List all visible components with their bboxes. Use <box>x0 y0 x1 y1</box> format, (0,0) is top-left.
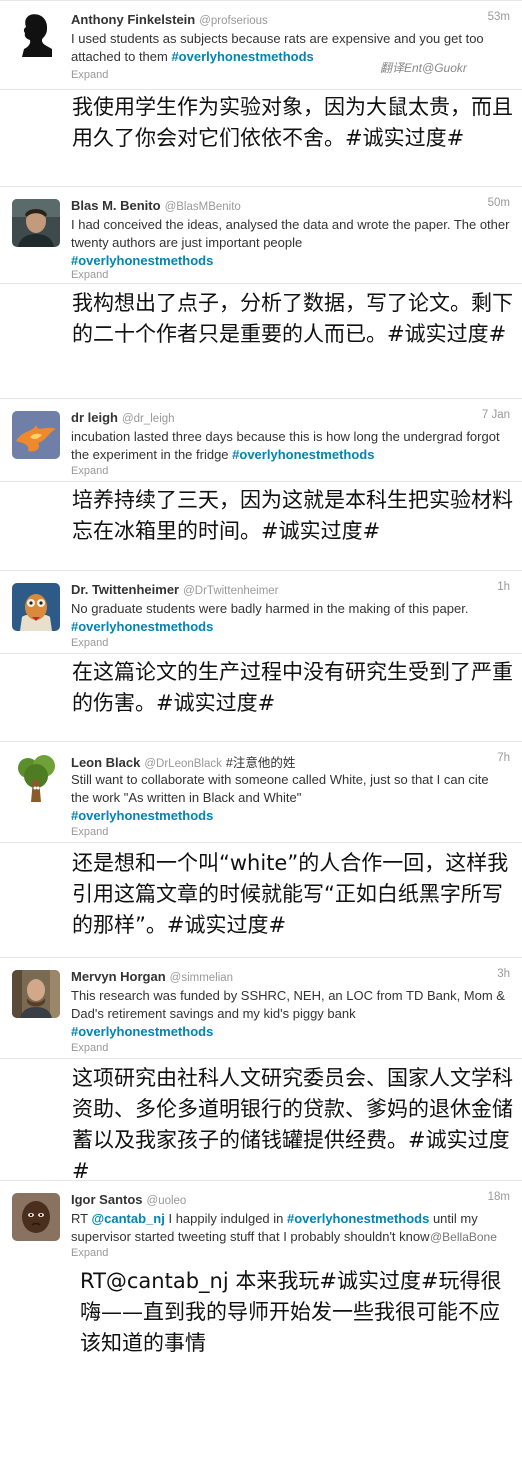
silhouette-icon <box>12 9 60 57</box>
annotation-note: #注意他的姓 <box>225 756 296 770</box>
tweet-card[interactable]: Leon Black @DrLeonBlack #注意他的姓 7h Still wa… <box>0 741 522 843</box>
author-handle[interactable]: @profserious <box>199 15 268 27</box>
timestamp[interactable]: 53m <box>488 11 510 23</box>
muppet-icon <box>12 583 60 631</box>
author-name[interactable]: Anthony Finkelstein <box>71 12 195 27</box>
translation-text: RT@cantab_nj 本来我玩#诚实过度#玩得很嗨——直到我的导师开始发一些… <box>80 1269 502 1355</box>
tweet-card[interactable]: dr leigh @dr_leigh 7 Jan incubation laste… <box>0 398 522 482</box>
author-name[interactable]: dr leigh <box>71 410 118 425</box>
author-handle[interactable]: @dr_leigh <box>122 413 175 425</box>
expand-link[interactable]: Expand <box>71 269 108 281</box>
tweet-card[interactable]: Dr. Twittenheimer @DrTwittenheimer 1h No … <box>0 570 522 654</box>
watermark-text: 翻译Ent@Guokr <box>380 61 467 75</box>
author-handle[interactable]: @DrLeonBlack <box>144 758 222 770</box>
timestamp[interactable]: 18m <box>488 1191 510 1203</box>
author-name[interactable]: Dr. Twittenheimer <box>71 582 179 597</box>
tweet-card[interactable]: Blas M. Benito @BlasMBenito 50m I had con… <box>0 186 522 284</box>
mention-link[interactable]: @cantab_nj <box>91 1211 164 1226</box>
tweet-text: This research was funded by SSHRC, NEH, … <box>71 988 505 1039</box>
translation-text: 在这篇论文的生产过程中没有研究生受到了严重的伤害。#诚实过度# <box>72 660 513 715</box>
tweet-header: Igor Santos @uoleo 18m <box>71 1191 510 1209</box>
timestamp[interactable]: 50m <box>488 197 510 209</box>
expand-link[interactable]: Expand <box>71 826 108 838</box>
author-handle[interactable]: @simmelian <box>170 972 233 984</box>
expand-link[interactable]: Expand <box>71 69 108 81</box>
hashtag-link[interactable]: #overlyhonestmethods <box>71 619 213 634</box>
hashtag-link[interactable]: #overlyhonestmethods <box>71 253 213 268</box>
expand-link[interactable]: Expand <box>71 637 108 649</box>
person-photo-icon <box>12 970 60 1018</box>
tweet-header: Anthony Finkelstein @profserious 53m <box>71 11 510 29</box>
watermark-text: @BellaBone <box>430 1230 497 1244</box>
tweet-header: Mervyn Horgan @simmelian 3h <box>71 968 510 986</box>
person-photo-icon <box>12 199 60 247</box>
author-handle[interactable]: @uoleo <box>147 1195 187 1207</box>
expand-link[interactable]: Expand <box>71 1247 108 1259</box>
avatar[interactable] <box>12 583 60 631</box>
expand-link[interactable]: Expand <box>71 465 108 477</box>
tweet-text: I had conceived the ideas, analysed the … <box>71 217 510 268</box>
hashtag-link[interactable]: #overlyhonestmethods <box>232 447 374 462</box>
avatar[interactable] <box>12 754 60 802</box>
author-name[interactable]: Leon Black <box>71 755 140 770</box>
timestamp[interactable]: 1h <box>497 581 510 593</box>
avatar[interactable] <box>12 199 60 247</box>
author-handle[interactable]: @DrTwittenheimer <box>183 585 278 597</box>
tweet-header: dr leigh @dr_leigh 7 Jan <box>71 409 510 427</box>
tweet-text: incubation lasted three days because thi… <box>71 429 500 462</box>
avatar[interactable] <box>12 970 60 1018</box>
child-photo-icon <box>12 1193 60 1241</box>
hashtag-link[interactable]: #overlyhonestmethods <box>71 1024 213 1039</box>
tweet-text: No graduate students were badly harmed i… <box>71 601 469 634</box>
phoenix-icon <box>12 411 60 459</box>
author-name[interactable]: Mervyn Horgan <box>71 969 166 984</box>
translation-text: 培养持续了三天，因为这就是本科生把实验材料忘在冰箱里的时间。#诚实过度# <box>72 488 513 543</box>
tweet-card[interactable]: Anthony Finkelstein @profserious 53m I us… <box>0 0 522 90</box>
timestamp[interactable]: 7 Jan <box>482 409 510 421</box>
translation-text: 我构想出了点子，分析了数据，写了论文。剩下的二十个作者只是重要的人而已。#诚实过… <box>72 291 513 346</box>
tweet-text: Still want to collaborate with someone c… <box>71 772 489 823</box>
tweet-header: Leon Black @DrLeonBlack #注意他的姓 7h <box>71 752 510 770</box>
avatar[interactable] <box>12 411 60 459</box>
avatar[interactable] <box>12 9 60 57</box>
expand-link[interactable]: Expand <box>71 1042 108 1054</box>
translation-text: 这项研究由社科人文研究委员会、国家人文学科资助、多伦多道明银行的贷款、爹妈的退休… <box>72 1066 513 1183</box>
author-name[interactable]: Igor Santos <box>71 1192 143 1207</box>
avatar[interactable] <box>12 1193 60 1241</box>
translation-text: 还是想和一个叫“white”的人合作一回，这样我引用这篇文章的时候就能写“正如白… <box>72 851 509 937</box>
author-handle[interactable]: @BlasMBenito <box>165 201 241 213</box>
tweet-header: Dr. Twittenheimer @DrTwittenheimer 1h <box>71 581 510 599</box>
timestamp[interactable]: 7h <box>497 752 510 764</box>
tweet-card[interactable]: Igor Santos @uoleo 18m RT @cantab_nj I ha… <box>0 1180 522 1264</box>
hashtag-link[interactable]: #overlyhonestmethods <box>171 49 313 64</box>
translation-text: 我使用学生作为实验对象，因为大鼠太贵，而且用久了你会对它们依依不舍。#诚实过度# <box>72 95 513 150</box>
author-name[interactable]: Blas M. Benito <box>71 198 161 213</box>
tweet-card[interactable]: Mervyn Horgan @simmelian 3h This research… <box>0 957 522 1059</box>
timestamp[interactable]: 3h <box>497 968 510 980</box>
hashtag-link[interactable]: #overlyhonestmethods <box>71 808 213 823</box>
hashtag-link[interactable]: #overlyhonestmethods <box>287 1211 429 1226</box>
tree-icon <box>12 754 60 802</box>
tweet-header: Blas M. Benito @BlasMBenito 50m <box>71 197 510 215</box>
